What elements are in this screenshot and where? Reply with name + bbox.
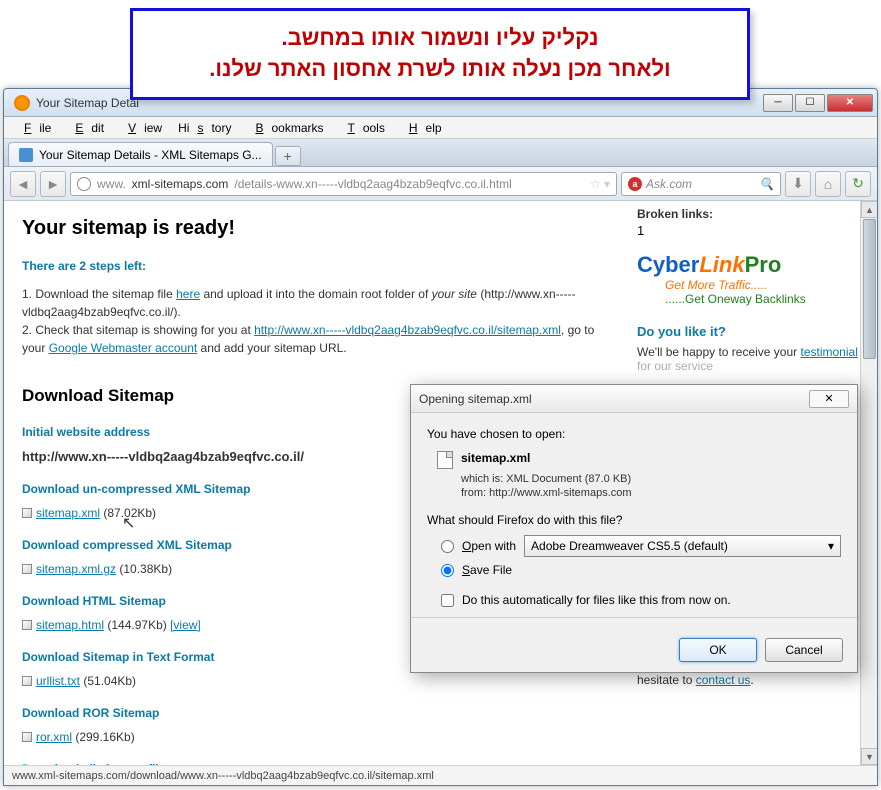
window-controls xyxy=(763,94,873,112)
file-icon xyxy=(22,676,32,686)
menu-view[interactable]: View xyxy=(112,119,170,137)
like-text: We'll be happy to receive your testimoni… xyxy=(637,345,867,359)
firefox-icon xyxy=(14,95,30,111)
ror-row: ror.xml (299.16Kb) xyxy=(22,728,609,746)
tab-active[interactable]: Your Sitemap Details - XML Sitemaps G... xyxy=(8,142,273,166)
tab-title: Your Sitemap Details - XML Sitemaps G... xyxy=(39,148,262,162)
scroll-thumb[interactable] xyxy=(863,219,876,359)
file-icon xyxy=(22,732,32,742)
dialog-title: Opening sitemap.xml xyxy=(419,392,809,406)
broken-links-header: Broken links: xyxy=(637,207,867,221)
file-icon xyxy=(22,508,32,518)
ask-icon: a xyxy=(628,177,642,191)
menu-edit[interactable]: Edit xyxy=(59,119,112,137)
annotation-callout: נקליק עליו ונשמור אותו במחשב. ולאחר מכן … xyxy=(130,8,750,100)
url-prefix: www. xyxy=(97,177,126,191)
url-input[interactable]: www. xml-sitemaps.com/details-www.xn-----… xyxy=(70,172,617,196)
address-toolbar: ◄ ► www. xml-sitemaps.com/details-www.xn-… xyxy=(4,167,877,201)
menu-file[interactable]: File xyxy=(8,119,59,137)
search-input[interactable]: a Ask.com 🔍 xyxy=(621,172,781,196)
steps-left-label: There are 2 steps left: xyxy=(22,257,609,275)
auto-row[interactable]: Do this automatically for files like thi… xyxy=(441,593,841,607)
bookmark-star-icon[interactable]: ☆ ▾ xyxy=(590,177,610,191)
here-link[interactable]: here xyxy=(176,287,200,301)
open-with-row[interactable]: Open with Adobe Dreamweaver CS5.5 (defau… xyxy=(441,535,841,557)
contact-us-link[interactable]: contact us xyxy=(696,673,751,687)
google-webmaster-link[interactable]: Google Webmaster account xyxy=(49,341,198,355)
search-go-icon[interactable]: 🔍 xyxy=(759,177,774,191)
document-icon xyxy=(437,451,453,469)
dialog-close-button[interactable]: ✕ xyxy=(809,390,849,408)
tab-bar: Your Sitemap Details - XML Sitemaps G...… xyxy=(4,139,877,167)
save-file-label: Save File xyxy=(462,563,512,577)
save-file-row[interactable]: Save File xyxy=(441,563,841,577)
file-row: sitemap.xml xyxy=(437,451,841,469)
new-tab-button[interactable]: + xyxy=(275,146,301,166)
download-dialog: Opening sitemap.xml ✕ You have chosen to… xyxy=(410,384,858,673)
cyberlinkpro-logo[interactable]: CyberLinkPro Get More Traffic..... .....… xyxy=(637,252,867,306)
globe-icon xyxy=(77,177,91,191)
downloads-button[interactable]: ⬇ xyxy=(785,171,811,197)
search-placeholder: Ask.com xyxy=(646,177,692,191)
tab-favicon xyxy=(19,148,33,162)
url-path: /details-www.xn-----vldbq2aag4bzab9eqfvc… xyxy=(234,177,511,191)
back-button[interactable]: ◄ xyxy=(10,171,36,197)
menu-bookmarks[interactable]: Bookmarks xyxy=(239,119,331,137)
like-it-header: Do you like it? xyxy=(637,324,867,339)
open-with-label: Open with xyxy=(462,539,516,553)
sitemap-check-link[interactable]: http://www.xn-----vldbq2aag4bzab9eqfvc.c… xyxy=(254,323,561,337)
forward-button[interactable]: ► xyxy=(40,171,66,197)
status-bar: www.xml-sitemaps.com/download/www.xn----… xyxy=(4,765,877,785)
broken-links-count: 1 xyxy=(637,223,867,238)
view-link[interactable]: [view] xyxy=(170,618,201,632)
urllist-link[interactable]: urllist.txt xyxy=(36,674,80,688)
scroll-down-button[interactable]: ▼ xyxy=(861,748,877,765)
sync-button[interactable]: ↻ xyxy=(845,171,871,197)
file-icon xyxy=(22,564,32,574)
save-file-radio[interactable] xyxy=(441,564,454,577)
filename: sitemap.xml xyxy=(461,451,530,469)
sitemap-gz-link[interactable]: sitemap.xml.gz xyxy=(36,562,116,576)
ror-header: Download ROR Sitemap xyxy=(22,704,609,722)
ok-button[interactable]: OK xyxy=(679,638,757,662)
urllist-row: urllist.txt (51.04Kb) xyxy=(22,672,609,690)
close-window-button[interactable] xyxy=(827,94,873,112)
question-label: What should Firefox do with this file? xyxy=(427,513,841,527)
dialog-button-row: OK Cancel xyxy=(411,628,857,672)
ror-link[interactable]: ror.xml xyxy=(36,730,72,744)
auto-label: Do this automatically for files like thi… xyxy=(462,593,731,607)
vertical-scrollbar[interactable]: ▲ ▼ xyxy=(860,201,877,765)
menu-bar: File Edit View History Bookmarks Tools H… xyxy=(4,117,877,139)
menu-tools[interactable]: Tools xyxy=(331,119,392,137)
from-label: from: http://www.xml-sitemaps.com xyxy=(461,487,841,499)
like-text-trunc: for our service xyxy=(637,359,867,373)
callout-line2: ולאחר מכן נעלה אותו לשרת אחסון האתר שלנו… xyxy=(153,54,727,85)
url-domain: xml-sitemaps.com xyxy=(132,177,229,191)
dialog-titlebar[interactable]: Opening sitemap.xml ✕ xyxy=(411,385,857,413)
open-with-radio[interactable] xyxy=(441,540,454,553)
auto-checkbox[interactable] xyxy=(441,594,454,607)
dialog-body: You have chosen to open: sitemap.xml whi… xyxy=(411,413,857,628)
dialog-separator xyxy=(411,617,857,618)
hesitate-text: hesitate to contact us. xyxy=(637,673,867,687)
page-heading: Your sitemap is ready! xyxy=(22,213,609,243)
callout-line1: נקליק עליו ונשמור אותו במחשב. xyxy=(153,23,727,54)
cancel-button[interactable]: Cancel xyxy=(765,638,843,662)
sitemap-html-link[interactable]: sitemap.html xyxy=(36,618,104,632)
home-button[interactable]: ⌂ xyxy=(815,171,841,197)
menu-help[interactable]: Help xyxy=(393,119,450,137)
step1-text: 1. Download the sitemap file here and up… xyxy=(22,285,609,357)
minimize-button[interactable] xyxy=(763,94,793,112)
menu-history[interactable]: History xyxy=(170,119,239,137)
chosen-label: You have chosen to open: xyxy=(427,427,841,441)
testimonial-link[interactable]: testimonial xyxy=(801,345,858,359)
status-text: www.xml-sitemaps.com/download/www.xn----… xyxy=(12,770,434,782)
maximize-button[interactable] xyxy=(795,94,825,112)
which-is-label: which is: XML Document (87.0 KB) xyxy=(461,473,841,485)
file-icon xyxy=(22,620,32,630)
sitemap-xml-link[interactable]: sitemap.xml xyxy=(36,506,100,520)
open-with-select[interactable]: Adobe Dreamweaver CS5.5 (default)▾ xyxy=(524,535,841,557)
scroll-up-button[interactable]: ▲ xyxy=(861,201,877,218)
